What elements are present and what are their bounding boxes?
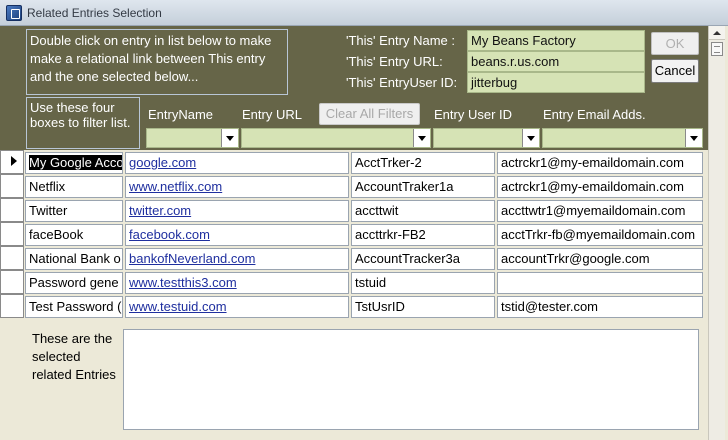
entry-name-field[interactable]: My Beans Factory xyxy=(467,30,645,51)
table-row[interactable]: My Google Acco google.com AcctTrker-2 ac… xyxy=(0,150,708,174)
entry-user-field[interactable]: jitterbug xyxy=(467,72,645,93)
record-selector[interactable] xyxy=(0,294,24,318)
entry-url-label: 'This' Entry URL: xyxy=(346,54,443,69)
window-title: Related Entries Selection xyxy=(27,6,162,20)
entry-user-label: 'This' EntryUser ID: xyxy=(346,75,458,90)
cell-user-id[interactable]: AccountTraker1a xyxy=(351,176,495,198)
scroll-up-arrow-icon[interactable] xyxy=(709,26,725,40)
title-bar[interactable]: Related Entries Selection xyxy=(0,0,728,26)
cell-user-id[interactable]: tstuid xyxy=(351,272,495,294)
record-selector[interactable] xyxy=(0,270,24,294)
record-selector[interactable] xyxy=(0,198,24,222)
record-selector[interactable] xyxy=(0,150,24,174)
cell-user-id[interactable]: TstUsrID xyxy=(351,296,495,318)
filter-entry-name-combo[interactable] xyxy=(146,128,239,148)
cell-email[interactable]: accountTrkr@google.com xyxy=(497,248,703,270)
table-row[interactable]: Netflix www.netflix.com AccountTraker1a … xyxy=(0,174,708,198)
column-header-entry-url: Entry URL xyxy=(242,107,302,122)
related-entries-list[interactable] xyxy=(123,329,699,430)
cell-entry-name[interactable]: My Google Acco xyxy=(25,152,123,174)
cell-user-id[interactable]: accttwit xyxy=(351,200,495,222)
cell-entry-url[interactable]: bankofNeverland.com xyxy=(125,248,349,270)
cell-entry-url[interactable]: www.netflix.com xyxy=(125,176,349,198)
cell-entry-name[interactable]: Test Password ( xyxy=(25,296,123,318)
vertical-scrollbar[interactable] xyxy=(708,26,725,440)
column-header-email: Entry Email Adds. xyxy=(543,107,646,122)
entries-list: My Google Acco google.com AcctTrker-2 ac… xyxy=(0,150,708,320)
cell-user-id[interactable]: AccountTracker3a xyxy=(351,248,495,270)
cell-entry-name[interactable]: faceBook xyxy=(25,224,123,246)
cell-entry-name[interactable]: Password gene xyxy=(25,272,123,294)
cell-entry-name[interactable]: National Bank o xyxy=(25,248,123,270)
filter-email-combo[interactable] xyxy=(542,128,703,148)
cell-email[interactable]: acctTrkr-fb@myemaildomain.com xyxy=(497,224,703,246)
clear-all-filters-button[interactable]: Clear All Filters xyxy=(319,103,420,125)
table-row[interactable]: faceBook facebook.com accttrkr-FB2 acctT… xyxy=(0,222,708,246)
filter-user-id-combo[interactable] xyxy=(433,128,540,148)
record-selector[interactable] xyxy=(0,246,24,270)
cell-entry-url[interactable]: twitter.com xyxy=(125,200,349,222)
column-header-user-id: Entry User ID xyxy=(434,107,513,122)
cell-entry-url[interactable]: www.testuid.com xyxy=(125,296,349,318)
cell-entry-name[interactable]: Netflix xyxy=(25,176,123,198)
cell-email[interactable]: actrckr1@my-emaildomain.com xyxy=(497,176,703,198)
cell-entry-name-text: My Google Acco xyxy=(29,155,123,170)
dropdown-arrow-icon[interactable] xyxy=(413,129,430,147)
column-header-entry-name: EntryName xyxy=(148,107,214,122)
cancel-button[interactable]: Cancel xyxy=(651,59,699,83)
table-row[interactable]: Password gene www.testthis3.com tstuid xyxy=(0,270,708,294)
scrollbar-thumb[interactable] xyxy=(711,42,723,56)
table-row[interactable]: Twitter twitter.com accttwit accttwtr1@m… xyxy=(0,198,708,222)
entry-name-label: 'This' Entry Name : xyxy=(346,33,455,48)
cell-entry-url[interactable]: google.com xyxy=(125,152,349,174)
filter-entry-url-combo[interactable] xyxy=(241,128,431,148)
cell-email[interactable]: tstid@tester.com xyxy=(497,296,703,318)
cell-user-id[interactable]: accttrkr-FB2 xyxy=(351,224,495,246)
header-record-selector xyxy=(0,26,24,150)
cell-entry-name[interactable]: Twitter xyxy=(25,200,123,222)
record-selector[interactable] xyxy=(0,222,24,246)
record-selector[interactable] xyxy=(0,174,24,198)
cell-email[interactable]: accttwtr1@myemaildomain.com xyxy=(497,200,703,222)
selected-entries-label: These are the selected related Entries xyxy=(32,331,116,382)
app-icon xyxy=(6,5,22,21)
cell-entry-url[interactable]: facebook.com xyxy=(125,224,349,246)
cell-email[interactable] xyxy=(497,272,703,294)
cell-user-id[interactable]: AcctTrker-2 xyxy=(351,152,495,174)
instructions-text: Double click on entry in list below to m… xyxy=(26,29,288,95)
current-record-arrow-icon xyxy=(11,156,17,166)
cell-email[interactable]: actrckr1@my-emaildomain.com xyxy=(497,152,703,174)
table-row[interactable]: National Bank o bankofNeverland.com Acco… xyxy=(0,246,708,270)
dropdown-arrow-icon[interactable] xyxy=(685,129,702,147)
entry-url-field[interactable]: beans.r.us.com xyxy=(467,51,645,72)
dropdown-arrow-icon[interactable] xyxy=(522,129,539,147)
cell-entry-url[interactable]: www.testthis3.com xyxy=(125,272,349,294)
table-row[interactable]: Test Password ( www.testuid.com TstUsrID… xyxy=(0,294,708,318)
dropdown-arrow-icon[interactable] xyxy=(221,129,238,147)
ok-button[interactable]: OK xyxy=(651,32,699,55)
filter-instructions: Use these four boxes to filter list. xyxy=(26,97,140,149)
